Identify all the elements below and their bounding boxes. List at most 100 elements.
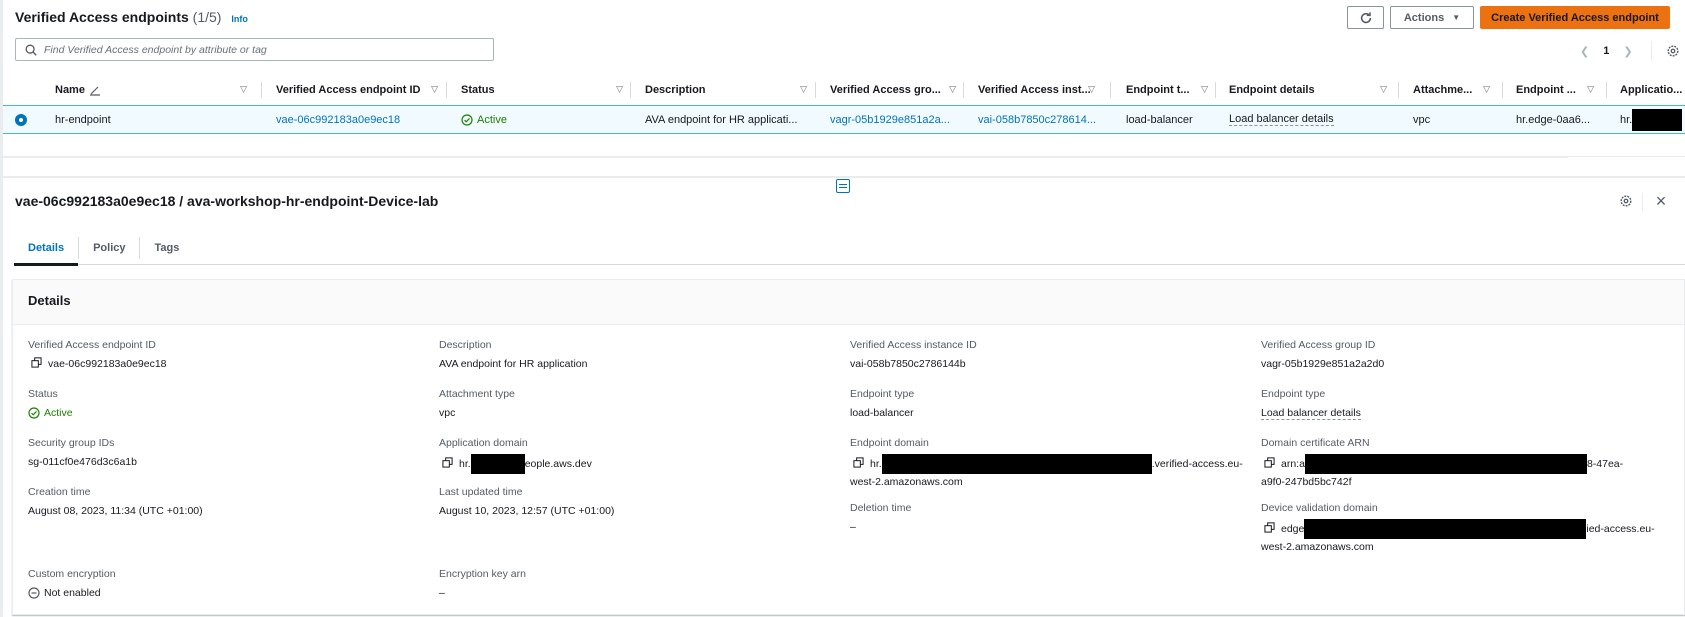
load-balancer-details-popover[interactable]: Load balancer details	[1261, 407, 1361, 420]
column-divider	[815, 82, 816, 98]
current-page[interactable]: 1	[1603, 45, 1609, 57]
column-header-status[interactable]: Status ▽	[461, 76, 631, 104]
column-header-application[interactable]: Applicatio...	[1620, 76, 1685, 104]
check-circle-icon	[461, 113, 473, 126]
column-header-group[interactable]: Verified Access gro... ▽	[830, 76, 964, 104]
search-box[interactable]	[15, 38, 494, 61]
cell-status: Active	[461, 106, 507, 133]
detail-tabs: Details Policy Tags	[14, 232, 1685, 266]
refresh-button[interactable]	[1347, 6, 1384, 29]
endpoint-id-value: vae-06c992183a0e9ec18	[48, 358, 167, 370]
column-header-endpoint-type[interactable]: Endpoint t... ▽	[1126, 76, 1216, 104]
minus-circle-icon	[28, 587, 40, 599]
cell-endpoint-id-link[interactable]: vae-06c992183a0e9ec18	[276, 106, 400, 133]
column-header-instance[interactable]: Verified Access inst... ▽	[978, 76, 1103, 104]
sort-icon[interactable]: ▽	[1088, 84, 1095, 95]
cell-application-domain: hr.	[1620, 106, 1683, 133]
sort-icon[interactable]: ▽	[800, 84, 807, 95]
column-divider	[1502, 82, 1503, 98]
info-link[interactable]: Info	[231, 14, 248, 24]
field-label: Last updated time	[439, 486, 523, 498]
field-label: Encryption key arn	[439, 568, 526, 580]
sort-icon[interactable]: ▽	[431, 84, 438, 95]
column-label: Verified Access inst...	[978, 84, 1091, 96]
field-label: Verified Access group ID	[1261, 339, 1376, 351]
sort-icon[interactable]: ▽	[240, 84, 247, 95]
split-panel-divider[interactable]	[0, 176, 1685, 178]
redacted-block	[881, 454, 1152, 474]
copy-icon[interactable]	[853, 457, 864, 468]
copy-icon[interactable]	[442, 457, 453, 468]
sort-icon[interactable]: ▽	[616, 84, 623, 95]
caret-down-icon: ▼	[1452, 13, 1461, 22]
group-id-link[interactable]: vagr-05b1929e851a2a2d0	[1261, 356, 1661, 372]
instance-id-link[interactable]: vai-058b7850c2786144b	[850, 356, 1250, 372]
redacted-block	[1632, 108, 1683, 131]
column-divider	[446, 82, 447, 98]
column-label: Verified Access endpoint ID	[276, 84, 421, 96]
column-label: Applicatio...	[1620, 84, 1683, 96]
tab-policy[interactable]: Policy	[79, 232, 139, 264]
field-label: Custom encryption	[28, 568, 116, 580]
detail-gear-icon[interactable]	[1619, 194, 1633, 208]
sort-icon[interactable]: ▽	[1201, 84, 1208, 95]
create-endpoint-button[interactable]: Create Verified Access endpoint	[1480, 6, 1670, 29]
cell-group-link[interactable]: vagr-05b1929e851a2a...	[830, 106, 950, 133]
column-header-attachment[interactable]: Attachme... ▽	[1413, 76, 1498, 104]
prev-page-icon[interactable]: ❮	[1580, 45, 1589, 58]
column-header-endpoint-domain[interactable]: Endpoint ... ▽	[1516, 76, 1602, 104]
endpoint-details-popover[interactable]: Load balancer details	[1229, 113, 1334, 126]
status-badge: Active	[461, 114, 507, 126]
details-card-title: Details	[28, 293, 71, 308]
copy-icon[interactable]	[31, 357, 42, 368]
field-security-groups: Security group IDs sg-011cf0e476d3c6a1b	[28, 437, 428, 470]
table-row[interactable]: hr-endpoint vae-06c992183a0e9ec18 Active…	[0, 105, 1685, 134]
column-header-description[interactable]: Description ▽	[645, 76, 815, 104]
actions-dropdown[interactable]: Actions ▼	[1390, 6, 1474, 29]
column-header-endpoint-details[interactable]: Endpoint details ▽	[1229, 76, 1395, 104]
sort-icon[interactable]: ▽	[949, 84, 956, 95]
tab-details[interactable]: Details	[14, 232, 79, 266]
arn-suffix: 8-47ea-	[1586, 457, 1624, 470]
field-instance-id: Verified Access instance ID vai-058b7850…	[850, 339, 1250, 372]
column-header-name[interactable]: Name ▽	[55, 76, 255, 104]
field-label: Endpoint domain	[850, 437, 929, 449]
field-value: AVA endpoint for HR application	[439, 358, 588, 370]
column-divider	[630, 82, 631, 98]
search-input[interactable]	[44, 43, 484, 56]
field-label: Endpoint type	[850, 388, 915, 400]
left-border	[0, 0, 3, 617]
field-value: load-balancer	[850, 407, 914, 419]
column-divider	[1215, 82, 1216, 98]
row-radio-selected[interactable]	[15, 114, 27, 126]
cell-instance-link[interactable]: vai-058b7850c278614...	[978, 106, 1096, 133]
column-label: Status	[461, 84, 495, 96]
title-text: Verified Access endpoints	[15, 9, 189, 25]
close-icon[interactable]: ×	[1652, 192, 1670, 210]
cell-endpoint-details[interactable]: Load balancer details	[1229, 106, 1334, 133]
sort-icon[interactable]: ▽	[1587, 84, 1594, 95]
domain-suffix: eople.aws.dev	[524, 457, 592, 470]
security-group-link[interactable]: sg-011cf0e476d3c6a1b	[28, 454, 428, 470]
sort-icon[interactable]: ▽	[1380, 84, 1387, 95]
tab-tags[interactable]: Tags	[140, 232, 193, 264]
field-attachment-type: Attachment type vpc	[439, 388, 839, 421]
column-divider	[1398, 82, 1399, 98]
field-group-id: Verified Access group ID vagr-05b1929e85…	[1261, 339, 1661, 372]
field-label: Endpoint type	[1261, 388, 1326, 400]
column-label: Verified Access gro...	[830, 84, 941, 96]
details-card: Details Verified Access endpoint ID vae-…	[12, 279, 1685, 615]
field-label: Verified Access endpoint ID	[28, 339, 156, 351]
preferences-gear-icon[interactable]	[1666, 44, 1680, 58]
split-panel-handle-icon[interactable]	[836, 179, 850, 193]
column-header-endpoint-id[interactable]: Verified Access endpoint ID ▽	[276, 76, 446, 104]
copy-icon[interactable]	[1264, 522, 1275, 533]
sort-icon[interactable]: ▽	[1483, 84, 1490, 95]
table-header: Name ▽ Verified Access endpoint ID ▽ Stat…	[0, 76, 1685, 104]
field-domain-certificate: Domain certificate ARN arn:a 8-47ea- a9f0…	[1261, 437, 1661, 490]
field-value: Not enabled	[44, 587, 101, 599]
copy-icon[interactable]	[1264, 457, 1275, 468]
cell-description: AVA endpoint for HR applicati...	[645, 113, 798, 126]
refresh-icon	[1360, 11, 1371, 23]
next-page-icon[interactable]: ❯	[1623, 45, 1632, 58]
